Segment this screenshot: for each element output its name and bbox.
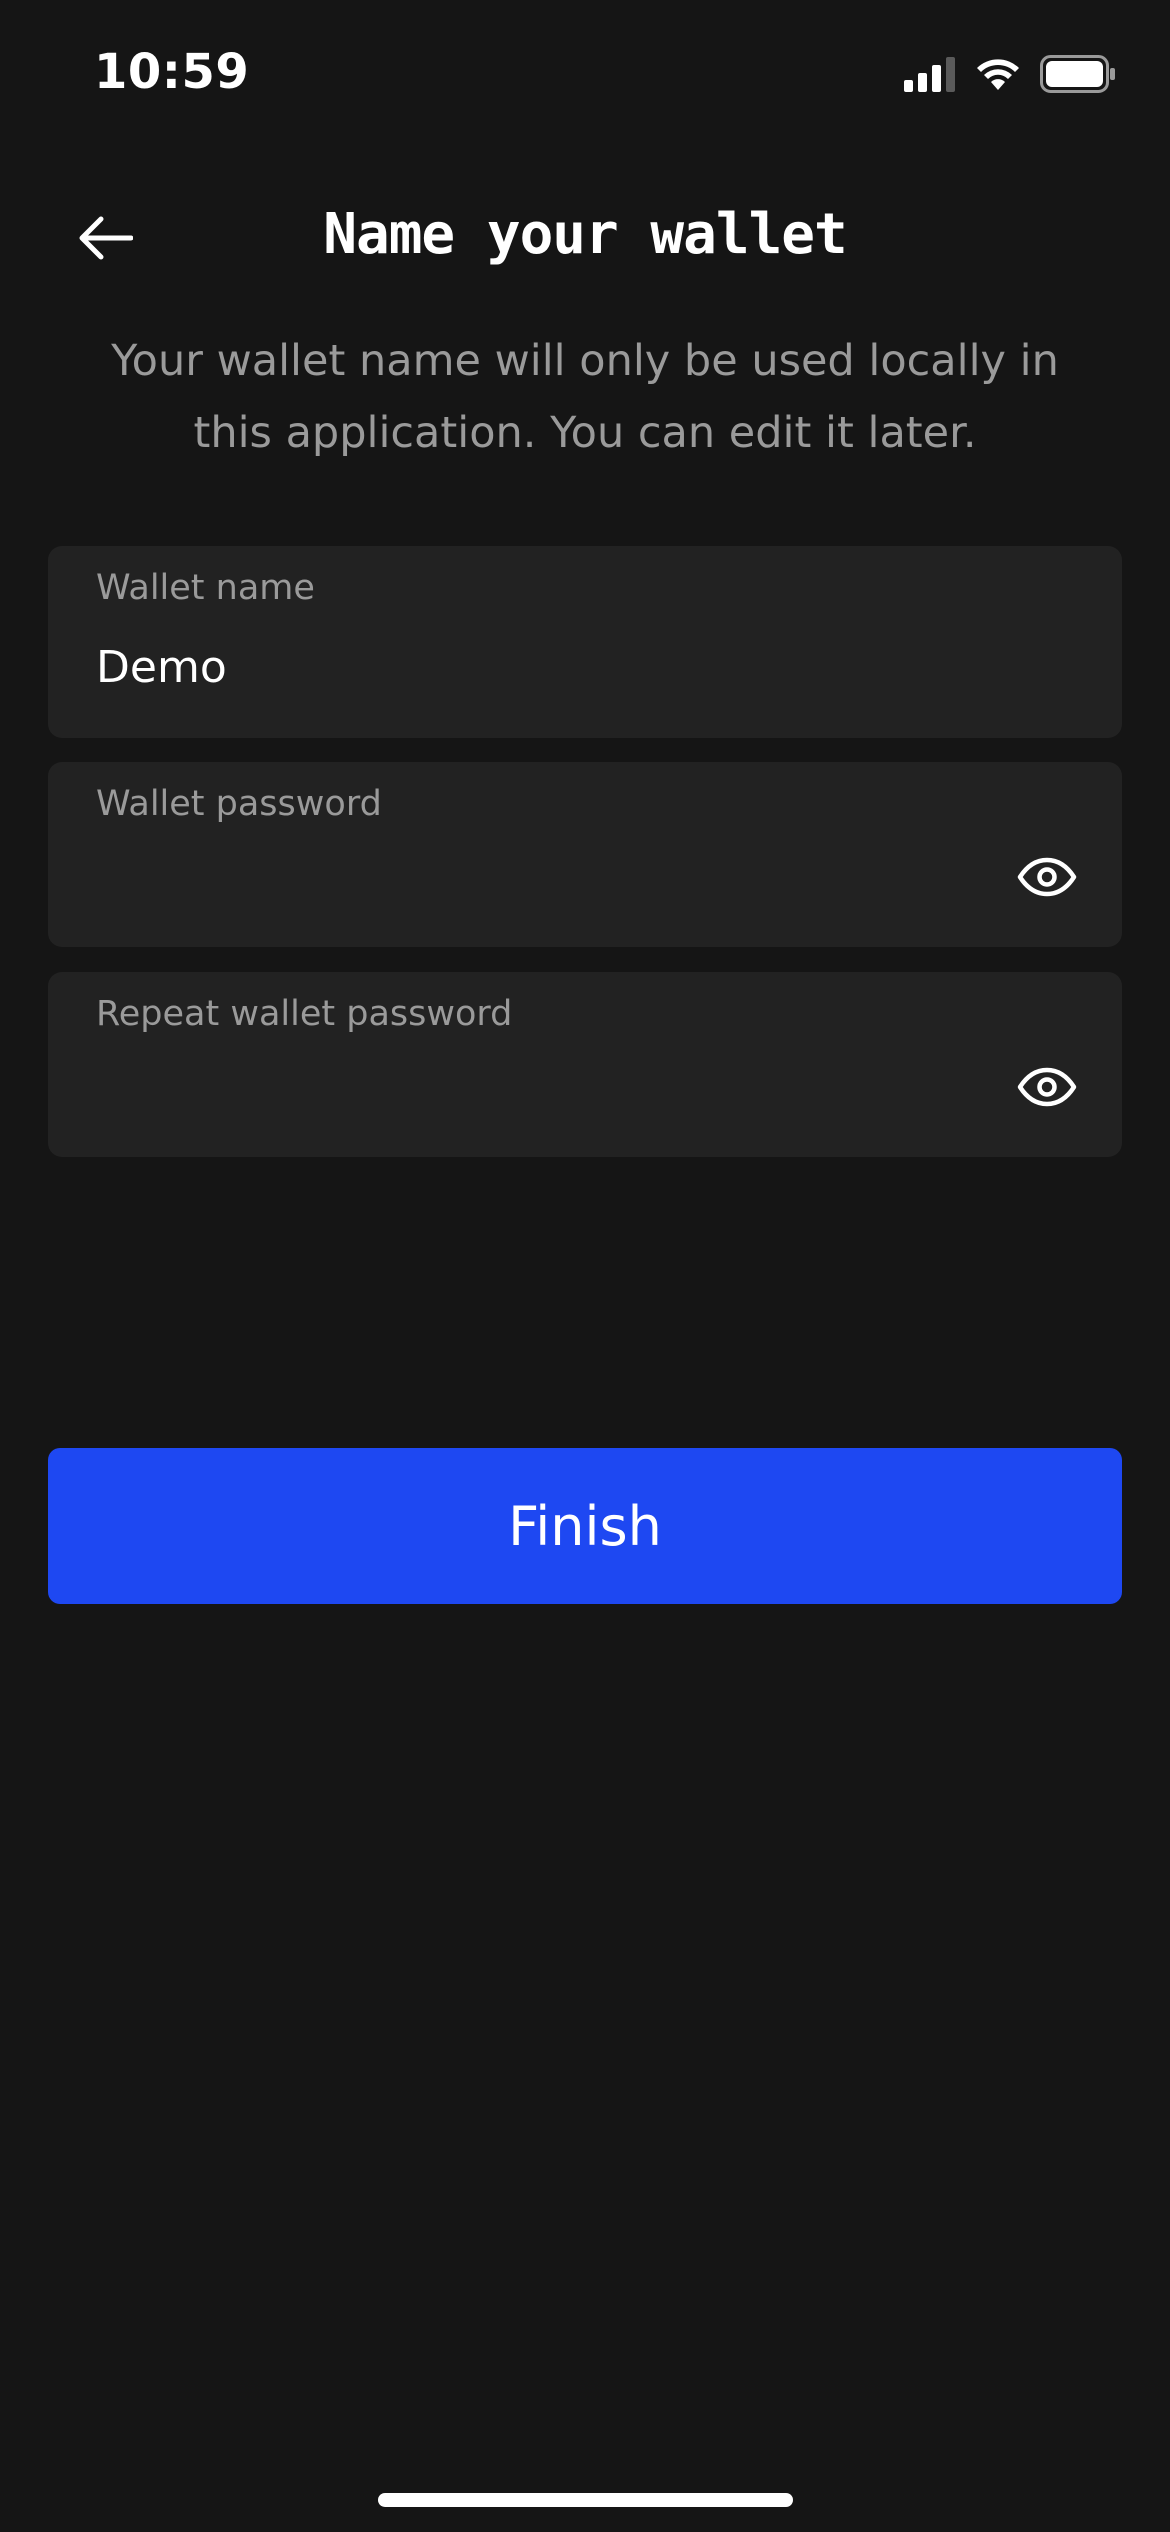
toggle-repeat-password-visibility-button[interactable] <box>1016 1064 1078 1114</box>
status-bar: 10:59 <box>0 0 1170 150</box>
status-time: 10:59 <box>94 44 250 100</box>
status-icons <box>904 55 1116 97</box>
repeat-password-label: Repeat wallet password <box>96 994 513 1034</box>
wallet-name-label: Wallet name <box>96 568 315 608</box>
page-title: Name your wallet <box>323 202 847 267</box>
wallet-name-screen: 10:59 Name your wallet Your wallet name … <box>0 0 1170 2532</box>
finish-button[interactable]: Finish <box>48 1448 1122 1604</box>
wallet-name-field[interactable]: Wallet name Demo <box>48 546 1122 738</box>
eye-icon <box>1017 857 1077 901</box>
signal-icon <box>904 56 956 96</box>
wallet-password-label: Wallet password <box>96 784 382 824</box>
wifi-icon <box>974 56 1022 96</box>
battery-icon <box>1040 55 1116 97</box>
subtitle: Your wallet name will only be used local… <box>111 336 1059 458</box>
repeat-password-field[interactable]: Repeat wallet password <box>48 972 1122 1157</box>
eye-icon <box>1017 1067 1077 1111</box>
header: Name your wallet <box>0 190 1170 290</box>
toggle-password-visibility-button[interactable] <box>1016 854 1078 904</box>
home-indicator[interactable] <box>378 2493 793 2507</box>
wallet-password-field[interactable]: Wallet password <box>48 762 1122 947</box>
wallet-name-value[interactable]: Demo <box>96 642 227 693</box>
